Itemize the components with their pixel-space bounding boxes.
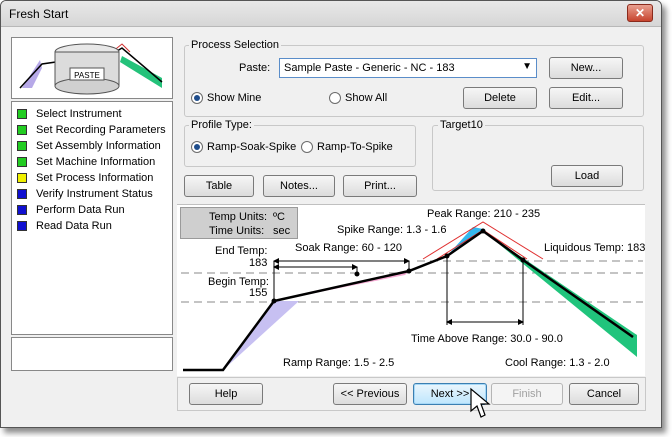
- peak-range-label: Peak Range: 210 - 235: [427, 208, 540, 220]
- step-set-assembly-information: Set Assembly Information: [17, 138, 161, 154]
- radio-selected-icon[interactable]: [191, 92, 203, 104]
- status-square-icon: [17, 109, 27, 119]
- cancel-button[interactable]: Cancel: [569, 383, 639, 405]
- profile-type-label: Profile Type:: [189, 119, 254, 131]
- cool-range-label: Cool Range: 1.3 - 2.0: [505, 357, 610, 369]
- step-perform-data-run: Perform Data Run: [17, 202, 125, 218]
- liquidous-temp-label: Liquidous Temp: 183: [544, 242, 645, 254]
- step-set-recording-parameters: Set Recording Parameters: [17, 122, 166, 138]
- print-button[interactable]: Print...: [343, 175, 417, 197]
- time-units-value: sec: [273, 225, 291, 237]
- window-title: Fresh Start: [9, 7, 69, 21]
- ramp-range-label: Ramp Range: 1.5 - 2.5: [283, 357, 394, 369]
- show-all-radio[interactable]: Show All: [329, 92, 387, 104]
- target-label: Target10: [438, 119, 485, 131]
- show-mine-radio[interactable]: Show Mine: [191, 92, 261, 104]
- load-button[interactable]: Load: [551, 165, 623, 187]
- chevron-down-icon[interactable]: ▼: [522, 61, 532, 72]
- steps-footer-panel: [11, 337, 173, 371]
- status-square-icon: [17, 141, 27, 151]
- paste-thumbnail: PASTE: [11, 37, 173, 99]
- temp-units-label: Temp Units:: [209, 211, 268, 223]
- mouse-pointer-icon: [470, 387, 491, 418]
- begin-temp-value: 155: [249, 287, 267, 299]
- status-square-icon: [17, 157, 27, 167]
- status-square-icon: [17, 221, 27, 231]
- fresh-start-dialog: Fresh Start ✕ PASTE Select Instrument Se…: [0, 0, 662, 428]
- finish-button[interactable]: Finish: [491, 383, 563, 405]
- radio-unselected-icon[interactable]: [329, 92, 341, 104]
- close-button[interactable]: ✕: [627, 4, 653, 22]
- ramp-soak-spike-radio[interactable]: Ramp-Soak-Spike: [191, 141, 296, 153]
- ramp-to-spike-radio[interactable]: Ramp-To-Spike: [301, 141, 393, 153]
- paste-select-value: Sample Paste - Generic - NC - 183: [284, 62, 455, 74]
- step-read-data-run: Read Data Run: [17, 218, 112, 234]
- paste-select[interactable]: Sample Paste - Generic - NC - 183 ▼: [279, 58, 537, 78]
- units-box: Temp Units: ºC Time Units: sec: [180, 207, 298, 239]
- delete-button[interactable]: Delete: [463, 87, 537, 109]
- title-bar: Fresh Start ✕: [1, 1, 661, 27]
- process-selection-label: Process Selection: [189, 39, 282, 51]
- radio-selected-icon[interactable]: [191, 141, 203, 153]
- radio-unselected-icon[interactable]: [301, 141, 313, 153]
- step-set-process-information: Set Process Information: [17, 170, 153, 186]
- edit-button[interactable]: Edit...: [549, 87, 623, 109]
- previous-button[interactable]: << Previous: [333, 383, 407, 405]
- soak-range-label: Soak Range: 60 - 120: [295, 242, 402, 254]
- spike-range-label: Spike Range: 1.3 - 1.6: [337, 224, 446, 236]
- end-temp-label: End Temp:: [215, 245, 267, 257]
- notes-button[interactable]: Notes...: [263, 175, 335, 197]
- status-square-icon: [17, 189, 27, 199]
- new-paste-button[interactable]: New...: [549, 57, 623, 79]
- time-units-label: Time Units:: [209, 225, 265, 237]
- status-square-icon: [17, 173, 27, 183]
- paste-jar-illustration: PASTE: [19, 43, 163, 95]
- step-set-machine-information: Set Machine Information: [17, 154, 155, 170]
- wizard-steps-list: Select Instrument Set Recording Paramete…: [11, 101, 173, 335]
- paste-label: Paste:: [239, 62, 271, 74]
- step-select-instrument: Select Instrument: [17, 106, 122, 122]
- help-button[interactable]: Help: [189, 383, 263, 405]
- close-icon: ✕: [634, 6, 646, 20]
- table-button[interactable]: Table: [184, 175, 254, 197]
- status-square-icon: [17, 205, 27, 215]
- time-above-range-label: Time Above Range: 30.0 - 90.0: [411, 333, 563, 345]
- status-square-icon: [17, 125, 27, 135]
- end-temp-value: 183: [249, 257, 267, 269]
- paste-jar-label: PASTE: [74, 71, 100, 80]
- temp-units-value: ºC: [273, 211, 285, 223]
- step-verify-instrument-status: Verify Instrument Status: [17, 186, 153, 202]
